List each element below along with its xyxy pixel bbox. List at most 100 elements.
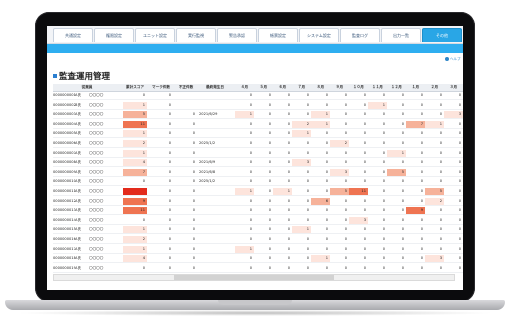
- table-row[interactable]: 0000000008 A氏 〇〇〇〇 4 0 0 2021/6/9 0 0 0 3 0 0 0 0 0 0 0 0: [53, 159, 463, 168]
- table-row[interactable]: 0000000009 A氏 〇〇〇〇 7 0 0 2021/6/8 0 0 0 0 0 3 0 0 5 0 0 0: [53, 168, 463, 177]
- cell-month: 0: [382, 150, 385, 155]
- column-header[interactable]: ３月: [444, 84, 463, 91]
- column-header[interactable]: ５月: [254, 84, 273, 91]
- tab-item[interactable]: 共通設定: [53, 28, 93, 42]
- scrollbar-thumb[interactable]: [174, 275, 334, 280]
- tab-item[interactable]: システム設定: [299, 28, 339, 42]
- cell-score: 1: [123, 130, 147, 138]
- table-row[interactable]: 0000000014 A氏 〇〇〇〇 0 0 0 0 0 0 0 0 0 3 0 0 0 0 0: [53, 216, 463, 225]
- cell-month: 0: [325, 246, 328, 251]
- cell-month: 0: [268, 198, 271, 203]
- column-header[interactable]: マーク件数: [149, 84, 173, 91]
- cell-month: 0: [401, 189, 404, 193]
- cell-mark: 0: [168, 227, 171, 232]
- header-bar: [47, 44, 463, 53]
- column-header[interactable]: １月: [406, 84, 425, 91]
- cell-month: 0: [363, 198, 366, 203]
- cell-month: 0: [439, 112, 442, 117]
- cell-month: 0: [363, 208, 366, 213]
- column-header[interactable]: ７月: [292, 84, 311, 91]
- column-header[interactable]: １２月: [387, 84, 406, 91]
- table-row[interactable]: 0000000015 A氏 〇〇〇〇 1 0 0 0 0 0 1 0 0 0 0 0 0 0 0: [53, 226, 463, 235]
- table-row[interactable]: 0000000012 A氏 〇〇〇〇 9 0 0 0 0 0 0 6 0 0 0 0 0 2 0: [53, 197, 463, 206]
- table-row[interactable]: 0000000017 A氏 〇〇〇〇 1 0 0 1 0 0 0 0 0 0 0 0 0 0 0: [53, 245, 463, 254]
- cell-month: 0: [344, 112, 347, 117]
- cell-date: 2025/1/2: [199, 141, 216, 145]
- tab-item[interactable]: 出力一覧: [381, 28, 421, 42]
- cell-score: 2: [123, 236, 147, 243]
- column-header[interactable]: 最終発生日: [199, 84, 231, 91]
- table-row[interactable]: 0000000019 A氏 〇〇〇〇 0 0 0 0 0 0 0 0 0 0 0 0 0 0 0: [53, 265, 463, 273]
- table-row[interactable]: 0000000010 A氏 〇〇〇〇 0 0 0 2025/1/2 0 0 0 0 0 0 0 0 0 0 0 0: [53, 178, 463, 187]
- cell-month: 0: [249, 141, 252, 145]
- table-row[interactable]: 0000000013 A氏 〇〇〇〇 11 0 0 0 0 0 0 0 0 0 0 0 9 0 0: [53, 207, 463, 216]
- column-header[interactable]: ２月: [425, 84, 444, 91]
- tab-item[interactable]: 帳票設定: [258, 28, 298, 42]
- table-row[interactable]: 0000000011 A氏 〇〇〇〇 0 0 1 0 1 0 0 5 11 0 0 0 5 0: [53, 188, 463, 196]
- tab-item[interactable]: 実行監視: [176, 28, 216, 42]
- table-row[interactable]: 0000000016 A氏 〇〇〇〇 2 0 0 0 0 0 0 0 0 0 0 0 0 0 0: [53, 236, 463, 244]
- horizontal-scrollbar[interactable]: [53, 274, 455, 281]
- cell-month: 0: [268, 237, 271, 241]
- column-header[interactable]: １１月: [368, 84, 387, 91]
- tab-item[interactable]: その他: [422, 28, 462, 42]
- cell-month: 0: [306, 112, 309, 117]
- tab-item[interactable]: 権限設定: [94, 28, 134, 42]
- column-header[interactable]: 不正件数: [175, 84, 197, 91]
- cell-score: 1: [123, 226, 147, 234]
- cell-id: 0000000008: [53, 160, 75, 165]
- cell-score: 1: [123, 245, 147, 253]
- cell-month: 5: [330, 188, 349, 195]
- cell-mark: 0: [168, 246, 171, 251]
- cell-month: 0: [401, 237, 404, 241]
- table-row[interactable]: 0000000018 A氏 〇〇〇〇 4 0 0 0 0 0 0 1 0 0 0 0 0 3 0: [53, 255, 463, 264]
- cell-month: 0: [458, 246, 461, 251]
- cell-month: 3: [425, 255, 444, 263]
- cell-month: 0: [306, 141, 309, 145]
- table-row[interactable]: 0000000003 A氏 〇〇〇〇 5 0 0 2021/6/29 1 0 0 0 1 0 0 0 0 0 0 3: [53, 111, 463, 120]
- cell-month: 0: [439, 131, 442, 136]
- cell-month: 0: [420, 237, 423, 241]
- cell-month: 1: [292, 226, 311, 234]
- cell-month: 0: [268, 112, 271, 117]
- cell-month: 0: [287, 131, 290, 136]
- table-row[interactable]: 0000000002 B氏 〇〇〇〇 1 0 0 0 0 0 0 0 0 1 0 0 0 0: [53, 101, 463, 110]
- column-header[interactable]: 累計スコア: [123, 84, 147, 91]
- cell-mark: 0: [168, 237, 171, 241]
- column-header[interactable]: ６月: [273, 84, 292, 91]
- cell-month: 0: [287, 237, 290, 241]
- cell-month: 0: [439, 227, 442, 232]
- cell-score: 4: [123, 159, 147, 167]
- cell-mark: 0: [168, 93, 171, 97]
- cell-month: 0: [382, 112, 385, 117]
- cell-month: 0: [287, 208, 290, 213]
- table-row[interactable]: 0000000006 A氏 〇〇〇〇 2 0 0 2025/1/2 0 0 0 0 0 2 0 0 0 0 0 0: [53, 140, 463, 148]
- cell-month: 0: [382, 265, 385, 270]
- laptop-shadow: [15, 310, 495, 316]
- page-title: 監査運用管理: [53, 70, 110, 82]
- cell-month: 0: [344, 93, 347, 97]
- cell-month: 0: [458, 93, 461, 97]
- table-row[interactable]: 0000000007 A氏 〇〇〇〇 1 0 0 0 0 0 0 0 0 0 0 1 0 0 0: [53, 149, 463, 158]
- tab-item[interactable]: ユニット設定: [135, 28, 175, 42]
- column-header[interactable]: ４月: [235, 84, 254, 91]
- cell-mark: 0: [168, 150, 171, 155]
- tab-item[interactable]: 監査ログ: [340, 28, 380, 42]
- cell-org: 〇〇〇〇: [89, 112, 104, 117]
- help-link[interactable]: ヘルプ: [445, 56, 461, 62]
- column-header[interactable]: １０月: [349, 84, 368, 91]
- cell-date: [199, 246, 231, 253]
- cell-month: 0: [382, 131, 385, 136]
- cell-month: 3: [292, 159, 311, 167]
- tab-item[interactable]: 警告承認: [217, 28, 257, 42]
- column-header[interactable]: 従業員: [53, 84, 121, 91]
- table-row[interactable]: 0000000005 A氏 〇〇〇〇 1 0 0 0 0 0 1 0 0 0 0 0 0 0 0: [53, 130, 463, 139]
- column-header[interactable]: ８月: [311, 84, 330, 91]
- column-header[interactable]: ９月: [330, 84, 349, 91]
- table-row[interactable]: 0000000004 A氏 〇〇〇〇 11 0 0 0 0 0 2 1 0 0 0 0 7 1 0: [53, 120, 463, 129]
- table-row[interactable]: 0000000001 A氏 〇〇〇〇 0 0 0 0 0 0 0 0 0 0 0 0 0 0: [53, 92, 463, 100]
- cell-month: 0: [344, 102, 347, 107]
- cell-date: [199, 226, 231, 233]
- cell-month: 0: [363, 141, 366, 145]
- cell-month: 0: [344, 256, 347, 261]
